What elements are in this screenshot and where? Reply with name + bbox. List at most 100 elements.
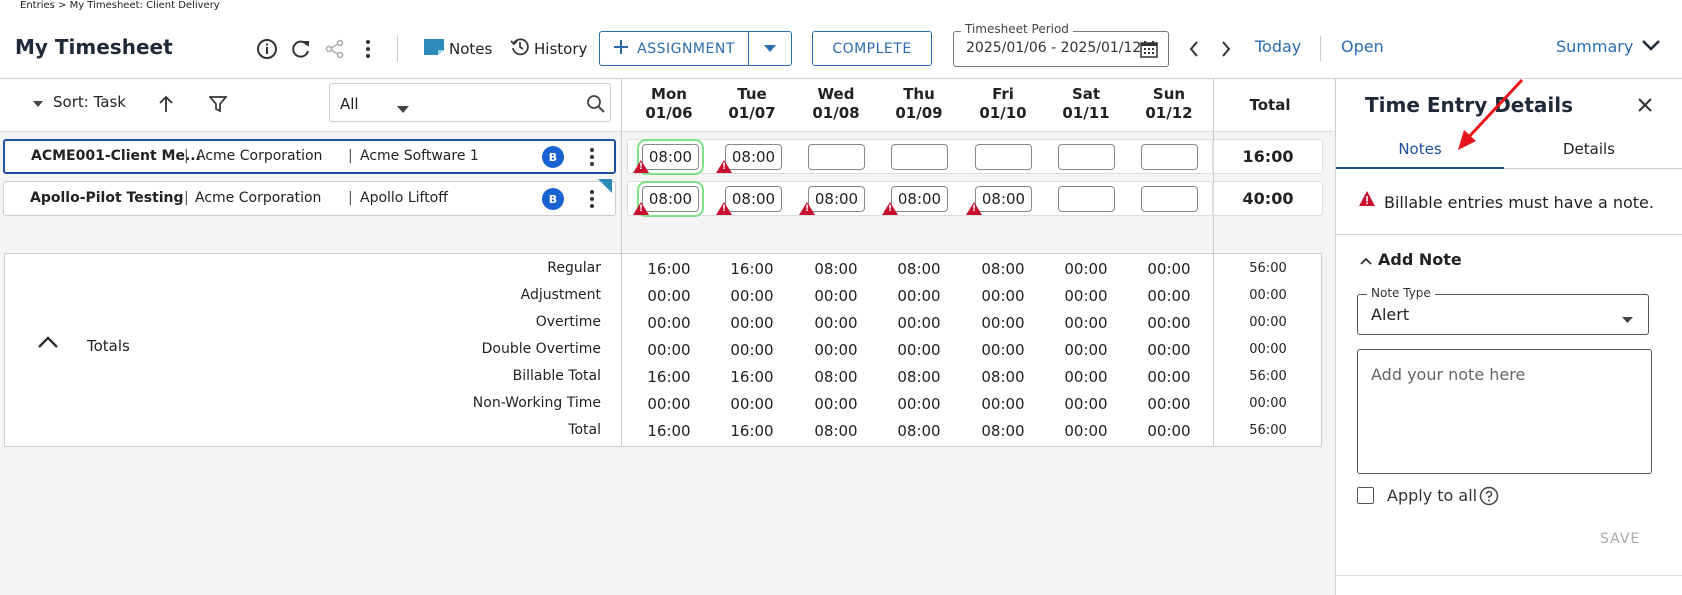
totals-cell: 00:00 (981, 287, 1025, 305)
totals-cell: 00:00 (647, 395, 691, 413)
totals-row-total: 00:00 (1249, 396, 1287, 411)
totals-cell: 00:00 (1064, 422, 1108, 440)
hours-cell-sat[interactable] (1058, 186, 1115, 212)
save-button[interactable]: SAVE (1600, 531, 1640, 547)
warning-icon (633, 202, 649, 215)
hours-cell-sat[interactable] (1058, 144, 1115, 170)
assignment-button[interactable]: ASSIGNMENT (599, 31, 749, 66)
project-name: Apollo Liftoff (360, 190, 448, 206)
hours-cell-mon[interactable]: 08:00 (637, 181, 704, 217)
day-header-thu: Thu 01/09 (895, 85, 943, 122)
history-button[interactable]: History (510, 37, 587, 61)
totals-cell: 00:00 (814, 341, 858, 359)
today-link[interactable]: Today (1255, 37, 1301, 56)
search-icon[interactable] (584, 92, 606, 114)
note-type-value: Alert (1371, 305, 1410, 324)
next-period-icon[interactable] (1216, 38, 1236, 60)
totals-row-total: 56:00 (1249, 261, 1287, 276)
chevron-down-icon (1641, 39, 1661, 55)
apply-to-all-checkbox[interactable] (1357, 487, 1374, 504)
totals-cell: 00:00 (897, 395, 941, 413)
totals-cell: 00:00 (730, 341, 774, 359)
share-icon[interactable] (323, 37, 347, 61)
billable-badge: B (542, 146, 564, 168)
cell-separator: | (184, 148, 189, 164)
info-icon[interactable] (255, 37, 279, 61)
task-name: Apollo-Pilot Testing (30, 190, 184, 206)
more-vertical-icon[interactable] (586, 146, 598, 168)
cell-separator: | (348, 148, 353, 164)
task-filter-field[interactable] (329, 83, 611, 122)
more-vertical-icon[interactable] (586, 188, 598, 210)
totals-cell: 16:00 (647, 368, 691, 386)
totals-cell: 00:00 (1147, 314, 1191, 332)
hours-cell-fri[interactable] (975, 144, 1032, 170)
hours-cell-thu[interactable]: 08:00 (891, 186, 948, 212)
totals-cell: 08:00 (897, 260, 941, 278)
totals-cell: 00:00 (730, 287, 774, 305)
hours-cell-sun[interactable] (1141, 144, 1198, 170)
hours-cell-wed[interactable]: 08:00 (808, 186, 865, 212)
notes-button[interactable]: Notes (423, 37, 492, 61)
client-name: Acme Corporation (196, 148, 323, 164)
panel-footer-divider (1336, 575, 1682, 576)
chevron-up-icon (1360, 250, 1372, 269)
hours-cell-fri[interactable]: 08:00 (975, 186, 1032, 212)
totals-cell: 00:00 (647, 341, 691, 359)
tab-details[interactable]: Details (1504, 140, 1674, 158)
note-type-label: Note Type (1367, 286, 1435, 300)
hours-cell-tue[interactable]: 08:00 (725, 144, 782, 170)
hours-cell-thu[interactable] (891, 144, 948, 170)
totals-cell: 08:00 (814, 260, 858, 278)
previous-period-icon[interactable] (1184, 38, 1204, 60)
totals-row-label: Adjustment (520, 287, 601, 303)
totals-cell: 08:00 (897, 422, 941, 440)
close-icon[interactable] (1634, 94, 1656, 116)
summary-label: Summary (1556, 37, 1634, 56)
totals-cell: 00:00 (1147, 368, 1191, 386)
totals-row-total: 56:00 (1249, 423, 1287, 438)
note-placeholder: Add your note here (1371, 365, 1526, 384)
help-icon[interactable] (1478, 485, 1500, 507)
refresh-icon[interactable] (289, 37, 313, 61)
totals-cell: 00:00 (730, 395, 774, 413)
column-divider (621, 253, 622, 447)
row-total: 40:00 (1242, 189, 1294, 208)
complete-button[interactable]: COMPLETE (812, 31, 932, 66)
billable-badge: B (542, 188, 564, 210)
totals-cell: 08:00 (981, 422, 1025, 440)
calendar-icon[interactable] (1138, 38, 1160, 60)
add-note-toggle[interactable]: Add Note (1360, 250, 1462, 269)
filter-icon[interactable] (207, 92, 229, 116)
totals-row-label: Double Overtime (481, 341, 601, 357)
annotation-arrow-icon (1448, 78, 1528, 162)
breadcrumb[interactable]: Entries > My Timesheet: Client Delivery (20, 0, 220, 11)
plus-icon (613, 39, 629, 59)
sort-control[interactable]: Sort: Task (33, 93, 126, 111)
hours-cell-sun[interactable] (1141, 186, 1198, 212)
totals-row-label: Total (568, 422, 601, 438)
sort-ascending-icon[interactable] (155, 92, 177, 116)
warning-icon (799, 202, 815, 215)
hours-cell-mon[interactable]: 08:00 (637, 139, 704, 175)
hours-cell-tue[interactable]: 08:00 (725, 186, 782, 212)
totals-cell: 16:00 (730, 260, 774, 278)
apply-to-all-label: Apply to all (1387, 486, 1478, 505)
open-link[interactable]: Open (1341, 37, 1384, 56)
collapse-totals-icon[interactable] (35, 331, 61, 353)
totals-cell: 00:00 (1147, 422, 1191, 440)
totals-cell: 00:00 (1064, 314, 1108, 332)
summary-toggle[interactable]: Summary (1556, 37, 1661, 56)
totals-cell: 00:00 (897, 341, 941, 359)
caret-down-icon (1622, 311, 1633, 327)
note-indicator-icon (598, 179, 612, 193)
caret-down-icon[interactable] (397, 101, 409, 117)
totals-row-label: Non-Working Time (472, 395, 601, 411)
totals-row-label: Overtime (535, 314, 601, 330)
caret-down-icon (764, 41, 776, 57)
assignment-dropdown-button[interactable] (748, 31, 792, 66)
hours-cell-wed[interactable] (808, 144, 865, 170)
more-vertical-icon[interactable] (358, 37, 378, 61)
note-textarea[interactable]: Add your note here (1357, 349, 1652, 474)
cell-separator: | (184, 190, 189, 206)
